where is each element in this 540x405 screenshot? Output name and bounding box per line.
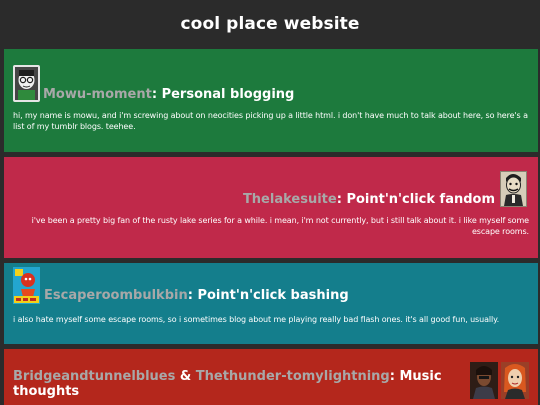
heading-separator: :: [187, 288, 198, 303]
blog-heading: Mowu-moment: Personal blogging: [43, 87, 294, 102]
escaperoombulkbin-avatar[interactable]: [13, 267, 40, 304]
blog-user-link[interactable]: Escaperoombulkbin: [44, 288, 188, 303]
site-header: cool place website: [0, 0, 540, 48]
site-title: cool place website: [180, 14, 360, 34]
blog-user-link[interactable]: Bridgeandtunnelblues: [13, 369, 175, 384]
blog-section-mowu: Mowu-moment: Personal blogging hi, my na…: [4, 49, 538, 152]
blog-heading: Bridgeandtunnelblues & Thethunder-tomyli…: [13, 369, 466, 399]
blog-section-thelakesuite: Thelakesuite: Point'n'click fandom i've …: [4, 157, 538, 258]
blog-topic: Personal blogging: [161, 87, 295, 102]
blog-description: i've been a pretty big fan of the rusty …: [31, 216, 529, 236]
heading-separator: :: [151, 87, 162, 102]
mowu-avatar[interactable]: [13, 65, 40, 102]
blog-user-link[interactable]: Mowu-moment: [43, 87, 152, 102]
blog-heading: Thelakesuite: Point'n'click fandom: [243, 192, 495, 207]
blog-topic: Point'n'click bashing: [197, 288, 349, 303]
blog-topic: Point'n'click fandom: [346, 192, 495, 207]
heading-separator: :: [336, 192, 347, 207]
blog-user-link[interactable]: Thethunder-tomylightning: [196, 369, 390, 384]
blog-description: i also hate myself some escape rooms, so…: [13, 315, 500, 324]
thethunder-avatar[interactable]: [501, 362, 529, 399]
blog-description: hi, my name is mowu, and i'm screwing ab…: [13, 111, 528, 131]
blog-section-escaperoombulkbin: Escaperoombulkbin: Point'n'click bashing…: [4, 263, 538, 344]
heading-joiner: &: [175, 369, 196, 384]
blog-section-music: Bridgeandtunnelblues & Thethunder-tomyli…: [4, 349, 538, 405]
page: cool place website Mowu-moment: Personal…: [0, 0, 540, 405]
blog-heading: Escaperoombulkbin: Point'n'click bashing: [44, 288, 349, 303]
bridgeandtunnelblues-avatar[interactable]: [470, 362, 498, 399]
thelakesuite-avatar[interactable]: [500, 171, 527, 207]
blog-user-link[interactable]: Thelakesuite: [243, 192, 337, 207]
